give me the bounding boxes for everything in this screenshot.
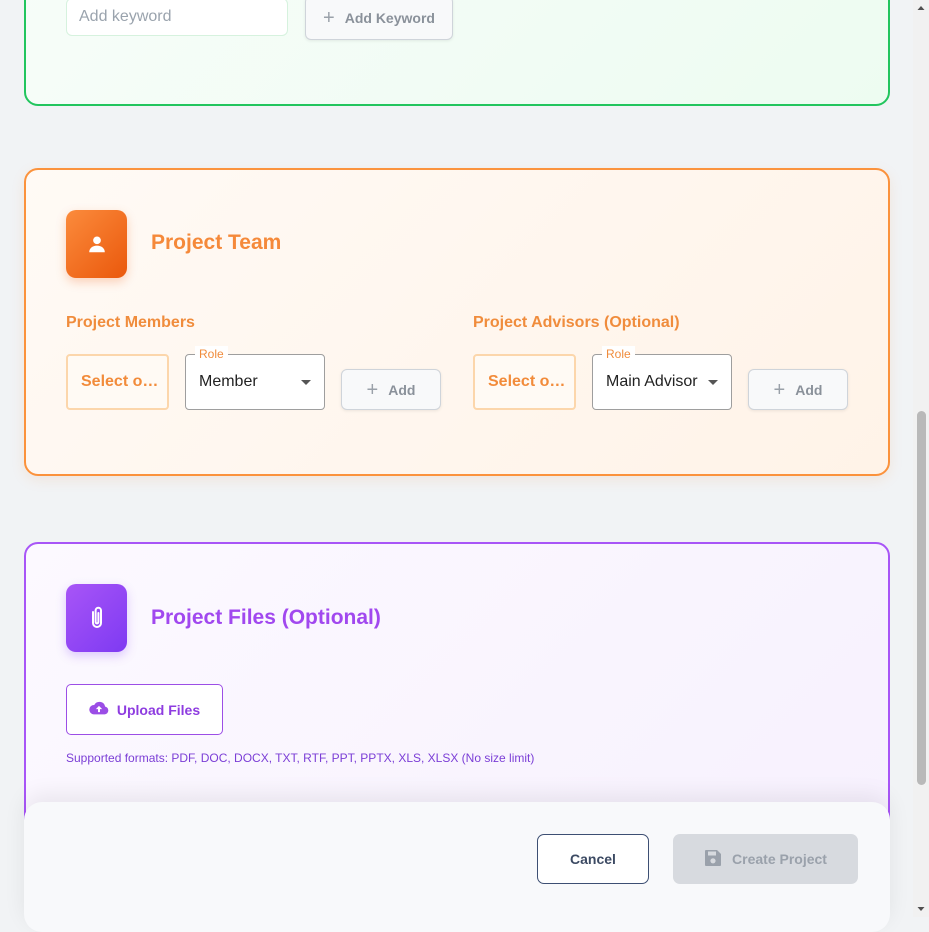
project-members-label: Project Members [66,314,195,331]
plus-icon: + [366,378,379,401]
add-member-button[interactable]: + Add [341,369,441,410]
scroll-up-arrow-icon[interactable] [913,0,929,16]
member-select-text: Select o… [81,373,159,390]
plus-icon: + [323,7,335,29]
add-keyword-button[interactable]: + Add Keyword [305,0,453,40]
member-role-select[interactable]: Role Member [185,346,325,410]
cloud-upload-icon [89,700,109,719]
user-icon [66,210,127,278]
keyword-input[interactable]: Add keyword [66,0,288,36]
add-advisor-label: Add [795,381,823,398]
member-select[interactable]: Select o… [66,354,169,410]
project-team-title: Project Team [151,231,282,254]
add-advisor-button[interactable]: + Add [748,369,848,410]
supported-formats-text: Supported formats: PDF, DOC, DOCX, TXT, … [66,751,535,765]
upload-files-button[interactable]: Upload Files [66,684,223,735]
dropdown-caret-icon [708,380,718,385]
upload-files-label: Upload Files [116,701,201,718]
save-icon [704,849,722,870]
dropdown-caret-icon [301,380,311,385]
keyword-input-placeholder: Add keyword [79,8,172,25]
project-files-title: Project Files (Optional) [151,606,381,629]
advisor-select[interactable]: Select o… [473,354,576,410]
plus-icon: + [773,378,786,401]
project-advisors-label: Project Advisors (Optional) [473,314,680,331]
advisor-role-select[interactable]: Role Main Advisor [592,346,732,410]
add-keyword-label: Add Keyword [344,10,435,26]
scrollbar-thumb[interactable] [917,411,926,785]
cancel-button[interactable]: Cancel [537,834,649,884]
advisor-select-text: Select o… [488,373,566,390]
cancel-label: Cancel [570,851,616,867]
member-role-legend: Role [195,346,228,362]
member-role-value: Member [199,373,258,390]
advisor-role-legend: Role [602,346,635,362]
create-project-button[interactable]: Create Project [673,834,858,884]
scroll-down-arrow-icon[interactable] [913,901,929,917]
add-member-label: Add [388,381,416,398]
create-project-label: Create Project [732,851,827,867]
paperclip-icon [66,584,127,652]
advisor-role-value: Main Advisor [606,373,698,390]
